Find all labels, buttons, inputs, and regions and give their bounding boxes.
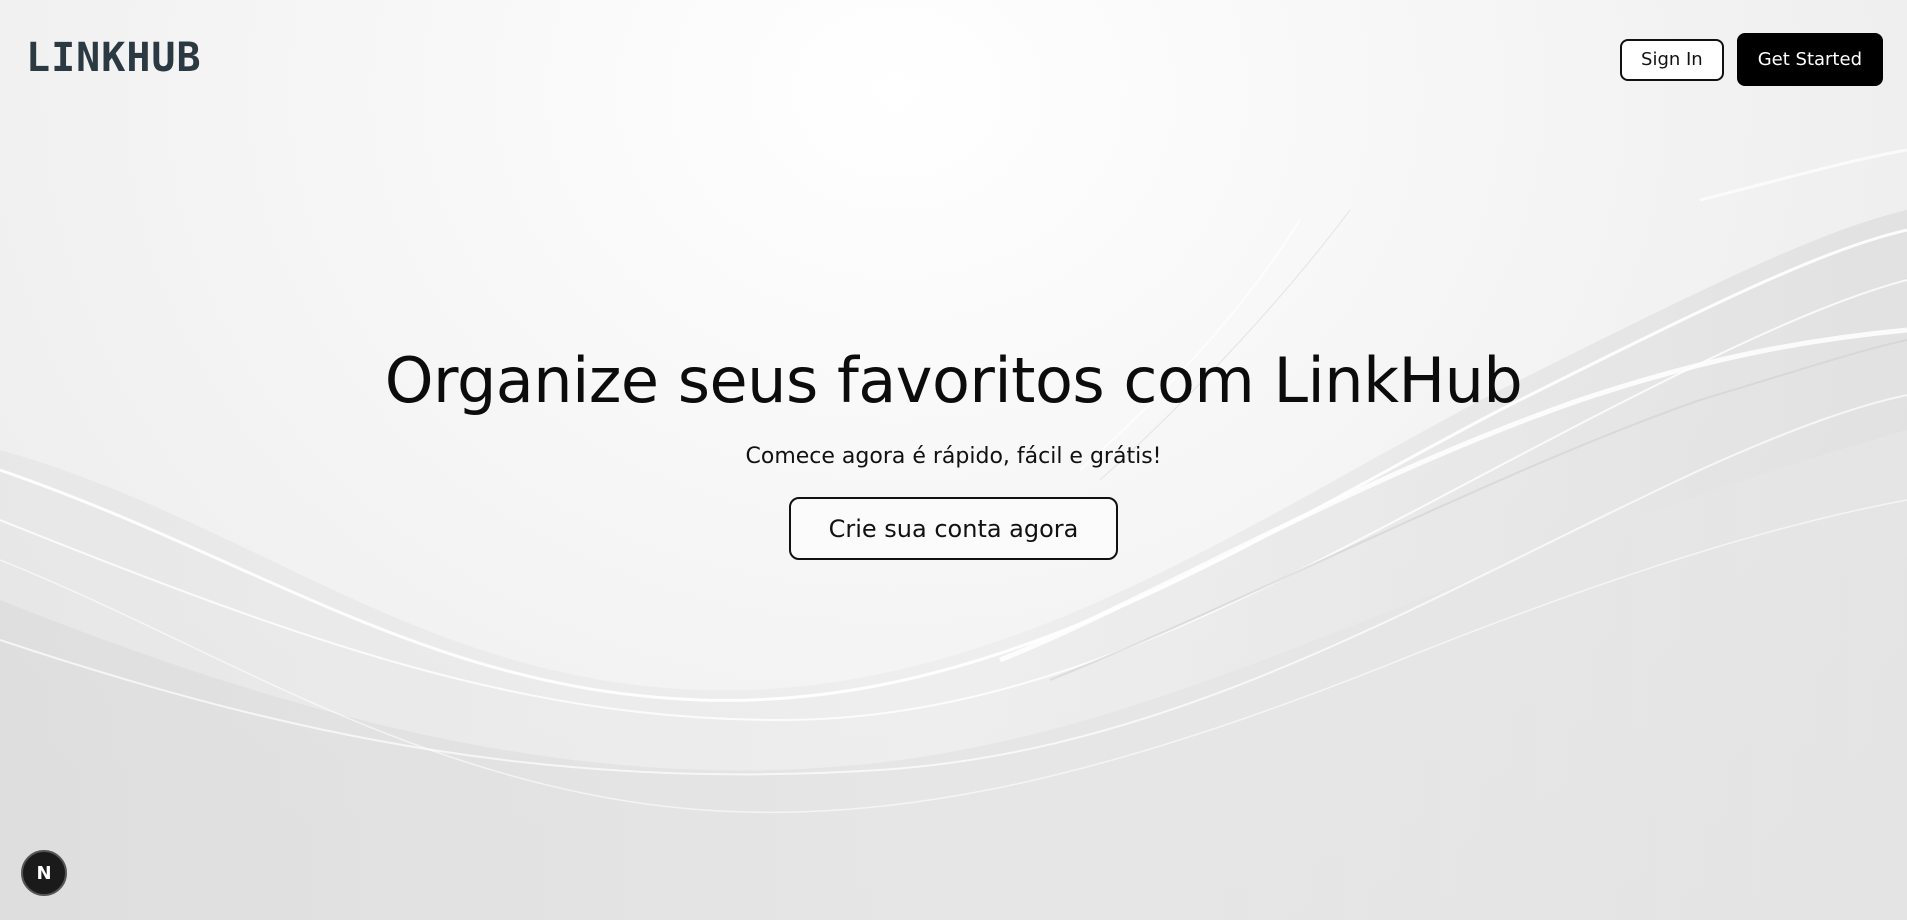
header-actions: Sign In Get Started	[1620, 33, 1883, 86]
nextjs-icon[interactable]: N	[21, 850, 67, 896]
get-started-button[interactable]: Get Started	[1736, 33, 1883, 86]
hero-subtitle: Comece agora é rápido, fácil e grátis!	[745, 444, 1162, 469]
hero-title: Organize seus favoritos com LinkHub	[384, 344, 1523, 417]
sign-in-button[interactable]: Sign In	[1620, 38, 1724, 81]
dev-badge-letter: N	[36, 862, 52, 884]
logo[interactable]: LINKHUB	[26, 38, 202, 78]
hero-section: Organize seus favoritos com LinkHub Come…	[0, 340, 1907, 560]
create-account-button[interactable]: Crie sua conta agora	[788, 497, 1119, 560]
landing-page: LINKHUB Sign In Get Started Organize seu…	[0, 0, 1907, 920]
